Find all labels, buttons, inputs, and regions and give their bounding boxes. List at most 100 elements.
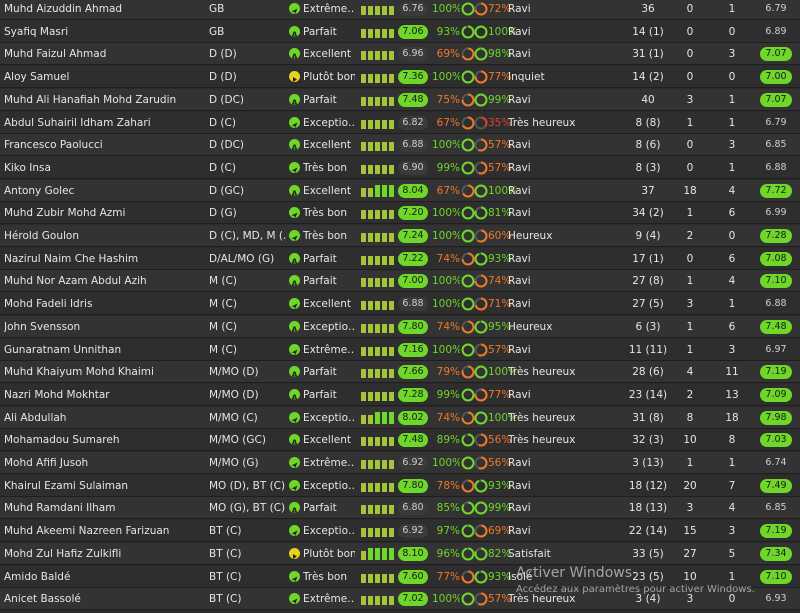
- table-row[interactable]: Mohd Zul Hafiz Zulkifli BT (C) Plutôt bon 8…: [0, 542, 800, 565]
- form-bars: [361, 48, 395, 61]
- player-name[interactable]: Kiko Insa: [4, 157, 199, 179]
- form-label: Plutôt bon: [303, 547, 355, 560]
- player-name[interactable]: Mohd Zul Hafiz Zulkifli: [4, 543, 199, 565]
- table-row[interactable]: Nazirul Naim Che Hashim D/AL/MO (G) A Parfa…: [0, 247, 800, 270]
- player-name[interactable]: Aloy Samuel: [4, 66, 199, 88]
- a-badge-icon: A: [289, 275, 300, 287]
- form-label: Exceptio…: [303, 320, 355, 333]
- player-name[interactable]: Muhd Aizuddin Ahmad: [4, 0, 199, 20]
- table-row[interactable]: Muhd Akeemi Nazreen Farizuan BT (C) Except…: [0, 520, 800, 543]
- form-bars: [361, 389, 395, 401]
- duel-ring-indicator: [474, 252, 488, 266]
- form-bar: [361, 437, 366, 447]
- table-row[interactable]: Abdul Suhairil Idham Zahari D (C) Exceptio…: [0, 111, 800, 134]
- rating-badge: 6.96: [398, 47, 428, 62]
- assists: 8: [728, 434, 736, 447]
- player-name[interactable]: Ali Abdullah: [4, 407, 199, 429]
- form-bar: [382, 210, 387, 220]
- table-row[interactable]: Mohamadou Sumareh M/MO (GC) A Excellent 7.48…: [0, 429, 800, 452]
- pass-percentage: 100%: [432, 230, 460, 242]
- table-row[interactable]: Muhd Ramdani Ilham MO (G), BT (C) A Parfait…: [0, 497, 800, 520]
- pass-percentage: 100%: [432, 298, 460, 311]
- player-name[interactable]: Muhd Faizul Ahmad: [4, 43, 199, 65]
- table-row[interactable]: Muhd Khaiyum Mohd Khaimi M/MO (D) A Parfait…: [0, 361, 800, 384]
- player-name[interactable]: Anicet Bassolé: [4, 588, 199, 610]
- player-name[interactable]: Muhd Khaiyum Mohd Khaimi: [4, 361, 199, 383]
- table-row[interactable]: Amido Baldé BT (C) Très bon 7.60 77% 93% Isolé…: [0, 565, 800, 588]
- morale: Ravi: [508, 275, 531, 288]
- duel-ring-indicator: [474, 161, 488, 175]
- table-row[interactable]: Muhd Faizul Ahmad D (D) A Excellent 6.96 69% 9…: [0, 43, 800, 66]
- send-icon: [289, 479, 300, 491]
- morale: Ravi: [508, 139, 531, 152]
- form-bar: [361, 164, 366, 174]
- table-row[interactable]: Muhd Ali Hanafiah Mohd Zarudin D (DC) A Par…: [0, 88, 800, 111]
- player-name[interactable]: Muhd Akeemi Nazreen Farizuan: [4, 520, 199, 542]
- player-name[interactable]: Gunaratnam Unnithan: [4, 339, 199, 361]
- form-label: Parfait: [303, 25, 337, 38]
- goals: 8: [686, 411, 694, 424]
- table-row[interactable]: Syafiq Masri GB A Parfait 7.06 93% 100% Ravi 14 …: [0, 20, 800, 43]
- duel-ring-indicator: [474, 116, 488, 130]
- form-bar: [375, 346, 380, 356]
- goals: 20: [683, 479, 697, 492]
- pass-percentage: 89%: [436, 434, 460, 447]
- goals: 3: [686, 93, 694, 106]
- table-row[interactable]: Mohd Afifi Jusoh M/MO (G) Extrême… 6.92 100%…: [0, 452, 800, 474]
- morale: Ravi: [508, 93, 531, 106]
- player-name[interactable]: Nazri Mohd Mokhtar: [4, 384, 199, 406]
- player-name[interactable]: Amido Baldé: [4, 566, 199, 588]
- table-row[interactable]: Muhd Zubir Mohd Azmi D (G) Très bon 7.20 100…: [0, 202, 800, 225]
- table-row[interactable]: Khairul Ezami Sulaiman MO (D), BT (C) Exce…: [0, 474, 800, 497]
- player-name[interactable]: Abdul Suhairil Idham Zahari: [4, 112, 199, 134]
- table-row[interactable]: Francesco Paolucci D (DC) A Excellent 6.88 10…: [0, 134, 800, 157]
- player-name[interactable]: John Svensson: [4, 316, 199, 338]
- table-row[interactable]: Antony Golec D (GC) A Excellent 8.04 67% 100% R…: [0, 179, 800, 202]
- table-row[interactable]: Gunaratnam Unnithan M (C) Extrême… 7.16 100%…: [0, 338, 800, 361]
- player-name[interactable]: Francesco Paolucci: [4, 134, 199, 156]
- table-row[interactable]: Kiko Insa D (C) Très bon 6.90 99% 57% Ravi 8 (3…: [0, 156, 800, 179]
- form-bar: [389, 346, 394, 356]
- form-bar: [361, 255, 366, 265]
- a-badge-icon: A: [289, 184, 300, 196]
- form-label: Excellent: [303, 48, 351, 61]
- table-row[interactable]: Nazri Mohd Mokhtar M/MO (D) A Parfait 7.28 99…: [0, 383, 800, 406]
- pass-ring-indicator: [461, 70, 475, 84]
- player-name[interactable]: Antony Golec: [4, 180, 199, 202]
- pass-ring-indicator: [461, 206, 475, 220]
- pass-ring-indicator: [461, 411, 475, 425]
- duel-ring: [474, 297, 488, 311]
- form-label: Plutôt bon: [303, 71, 355, 84]
- player-name[interactable]: Khairul Ezami Sulaiman: [4, 475, 199, 497]
- morale: Ravi: [508, 388, 531, 401]
- player-name[interactable]: Muhd Ramdani Ilham: [4, 497, 199, 519]
- form-label: Très bon: [303, 161, 347, 174]
- player-name[interactable]: Hérold Goulon: [4, 225, 199, 247]
- form-bar: [368, 74, 373, 84]
- player-name[interactable]: Syafiq Masri: [4, 21, 199, 43]
- table-row[interactable]: Muhd Nor Azam Abdul Azih M (C) A Parfait 7.0…: [0, 270, 800, 293]
- pass-ring: [461, 411, 475, 425]
- player-name[interactable]: Nazirul Naim Che Hashim: [4, 248, 199, 270]
- table-row[interactable]: Hérold Goulon D (C), MD, M (… Très bon 7.24…: [0, 225, 800, 247]
- table-row[interactable]: Anicet Bassolé BT (C) Extrême… 7.02 100% 57% T…: [0, 588, 800, 611]
- morale: Ravi: [508, 502, 531, 515]
- form-bar: [361, 187, 366, 197]
- goals: 2: [686, 388, 694, 401]
- player-name[interactable]: Muhd Ali Hanafiah Mohd Zarudin: [4, 89, 199, 111]
- table-row[interactable]: Mohd Fadeli Idris M (C) Excellent 6.88 100% 7…: [0, 293, 800, 316]
- player-name[interactable]: Mohamadou Sumareh: [4, 429, 199, 451]
- form-bar: [389, 278, 394, 288]
- player-name[interactable]: Mohd Fadeli Idris: [4, 293, 199, 315]
- morale: Très heureux: [508, 593, 576, 606]
- table-row[interactable]: Ali Abdullah M/MO (C) Exceptio… 8.02 74% 100%…: [0, 406, 800, 429]
- table-row[interactable]: John Svensson M (C) A Exceptio… 7.80 74% 95% He…: [0, 315, 800, 338]
- player-name[interactable]: Mohd Afifi Jusoh: [4, 452, 199, 474]
- player-position: D (C): [209, 161, 236, 174]
- player-name[interactable]: Muhd Nor Azam Abdul Azih: [4, 270, 199, 292]
- table-row[interactable]: Aloy Samuel D (D) Plutôt bon 7.36 100% 77% Inq…: [0, 66, 800, 89]
- appearances: 17 (1): [632, 252, 664, 265]
- player-name[interactable]: Muhd Zubir Mohd Azmi: [4, 202, 199, 224]
- table-row[interactable]: Muhd Aizuddin Ahmad GB Extrême… 6.76 100% 72%…: [0, 0, 800, 20]
- average-rating-badge: 6.79: [765, 3, 787, 14]
